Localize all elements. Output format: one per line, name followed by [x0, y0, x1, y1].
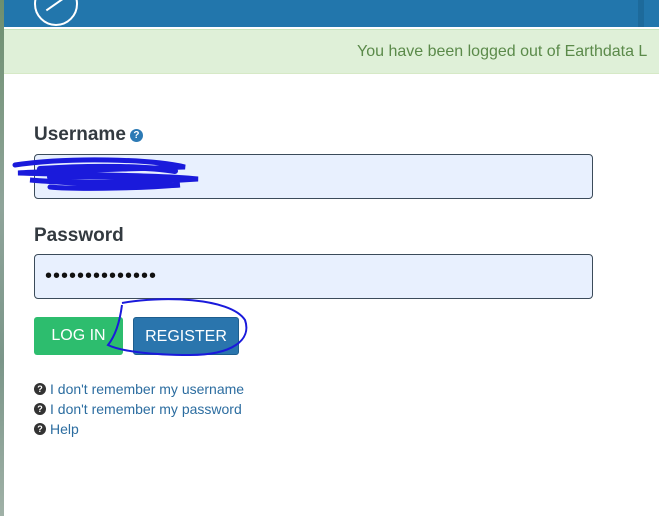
password-field[interactable]: ••••••••••••••: [34, 254, 593, 299]
forgot-password-link[interactable]: ? I don't remember my password: [34, 399, 244, 419]
logout-alert: You have been logged out of Earthdata L: [4, 29, 659, 74]
help-link-text[interactable]: Help: [50, 421, 79, 437]
username-label-text: Username: [34, 124, 126, 145]
site-logo-icon[interactable]: [34, 0, 78, 26]
background-strip: [0, 0, 4, 516]
help-links: ? I don't remember my username ? I don't…: [34, 379, 244, 439]
forgot-username-text[interactable]: I don't remember my username: [50, 381, 244, 397]
alert-message: You have been logged out of Earthdata L: [357, 43, 648, 60]
forgot-username-link[interactable]: ? I don't remember my username: [34, 379, 244, 399]
question-circle-icon: ?: [34, 403, 46, 415]
forgot-password-text[interactable]: I don't remember my password: [50, 401, 242, 417]
redaction-scribble: [12, 157, 199, 191]
question-circle-icon: ?: [34, 383, 46, 395]
header-divider: [638, 0, 644, 27]
help-link[interactable]: ? Help: [34, 419, 244, 439]
password-label: Password: [34, 225, 124, 246]
username-help-icon[interactable]: ?: [129, 129, 143, 142]
username-label: Username?: [34, 124, 143, 146]
annotation-circle: [106, 298, 248, 357]
question-circle-icon: ?: [34, 423, 46, 435]
top-header-bar: [4, 0, 659, 27]
